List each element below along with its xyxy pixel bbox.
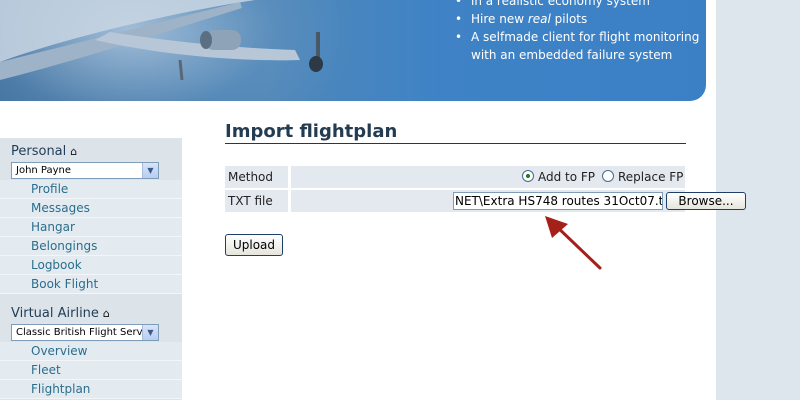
personal-section-title: Personal ⌂ [11,144,78,159]
txt-file-label: TXT file [225,190,288,212]
sidebar-item-hangar[interactable]: Hangar [0,218,182,237]
method-options: Add to FP Replace FP [291,166,685,188]
method-row: Method Add to FP Replace FP [225,166,685,188]
sidebar-item-fleet[interactable]: Fleet [0,361,182,380]
chevron-down-icon[interactable]: ▼ [142,163,158,178]
feature-item: • A selfmade client for flight monitoring [455,30,700,44]
sidebar-item-belongings[interactable]: Belongings [0,237,182,256]
browse-button[interactable]: Browse... [666,192,746,210]
feature-item: • Hire new real pilots [455,12,588,26]
virtual-airline-section-title: Virtual Airline ⌂ [11,306,110,321]
txt-file-field: NET\Extra HS748 routes 31Oct07.txt Brows… [291,190,746,212]
file-path-input[interactable]: NET\Extra HS748 routes 31Oct07.txt [453,192,663,210]
upload-button[interactable]: Upload [225,234,283,256]
home-icon[interactable]: ⌂ [70,145,77,158]
add-to-fp-radio[interactable] [522,170,534,182]
user-select[interactable]: John Payne ▼ [11,162,159,179]
title-divider [225,143,686,144]
airline-select[interactable]: Classic British Flight Servic ▼ [11,324,159,341]
chevron-down-icon[interactable]: ▼ [142,325,158,340]
sidebar-item-flightplan[interactable]: Flightplan [0,380,182,399]
txt-file-row: TXT file NET\Extra HS748 routes 31Oct07.… [225,190,746,212]
airplane-image [0,0,323,81]
sidebar-item-messages[interactable]: Messages [0,199,182,218]
feature-list: • in a realistic economy system • Hire new… [455,0,699,64]
annotation-arrow-icon [545,216,602,270]
home-icon[interactable]: ⌂ [103,307,110,320]
header-banner: • in a realistic economy system • Hire new… [0,0,706,101]
replace-fp-label[interactable]: Replace FP [618,170,683,184]
add-to-fp-label[interactable]: Add to FP [538,170,595,184]
replace-fp-radio[interactable] [602,170,614,182]
sidebar-item-book-flight[interactable]: Book Flight [0,275,182,294]
sidebar: Personal ⌂ John Payne ▼ Profile Messages … [0,138,182,400]
sidebar-item-profile[interactable]: Profile [0,180,182,199]
feature-item-continued: with an embedded failure system [471,48,673,62]
personal-menu: Profile Messages Hangar Belongings Logbo… [0,180,182,294]
page-title: Import flightplan [225,121,398,142]
sidebar-item-overview[interactable]: Overview [0,342,182,361]
feature-item: • in a realistic economy system [455,0,650,8]
sidebar-item-logbook[interactable]: Logbook [0,256,182,275]
method-label: Method [225,166,288,188]
airline-menu: Overview Fleet Flightplan [0,342,182,399]
radio-selected-dot [526,174,530,178]
